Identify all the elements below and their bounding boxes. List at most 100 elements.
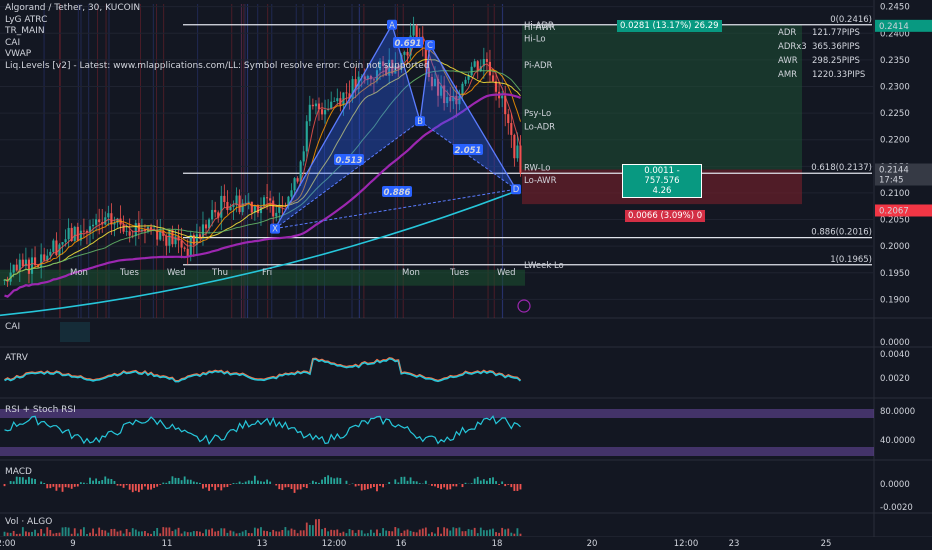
- pane-cai-label[interactable]: CAI: [5, 322, 20, 332]
- candle-body: [232, 205, 235, 207]
- macd-histogram-bar: [116, 484, 119, 486]
- macd-histogram-bar: [174, 477, 177, 484]
- macd-histogram-bar: [49, 484, 52, 489]
- indicator-lyg-atrc[interactable]: LyG ATRC: [5, 15, 430, 27]
- macd-histogram-bar: [293, 484, 296, 493]
- volume-bar: [278, 531, 281, 536]
- time-tick-label: 11: [162, 539, 173, 549]
- volume-bar: [311, 525, 314, 536]
- volume-bar: [275, 531, 278, 536]
- adr-table-name: AMR: [778, 70, 797, 80]
- volume-bar: [516, 528, 519, 536]
- volume-bar: [180, 533, 183, 536]
- symbol-title[interactable]: Algorand / Tether, 30, KUCOIN: [5, 3, 430, 15]
- macd-histogram-bar: [220, 484, 223, 491]
- macd-histogram-bar: [208, 484, 210, 491]
- day-label: Mon: [402, 268, 420, 278]
- macd-histogram-bar: [257, 480, 259, 484]
- volume-bar: [321, 529, 323, 536]
- price-tick-label: 0.2000: [880, 242, 910, 252]
- indicator-liq-levels[interactable]: Liq.Levels [v2] - Latest: www.mlapplicat…: [5, 61, 430, 73]
- macd-histogram-bar: [501, 481, 504, 484]
- volume-bar: [302, 530, 305, 536]
- candle-body: [473, 61, 476, 67]
- volume-bar: [6, 532, 9, 536]
- macd-histogram-bar: [159, 484, 162, 485]
- volume-bar: [86, 533, 88, 536]
- volume-bar: [446, 528, 449, 536]
- volume-bar: [379, 533, 381, 536]
- candle-body: [15, 264, 18, 271]
- volume-bar: [226, 532, 229, 536]
- macd-histogram-bar: [134, 484, 137, 491]
- volume-bar: [220, 528, 223, 536]
- volume-bar: [104, 530, 107, 536]
- volume-bar: [348, 529, 351, 536]
- volume-bar: [424, 527, 427, 536]
- macd-histogram-bar: [489, 478, 491, 484]
- volume-bar: [360, 530, 363, 536]
- macd-histogram-bar: [479, 480, 482, 484]
- candle-body: [82, 230, 85, 232]
- volume-bar: [79, 529, 82, 536]
- pane-macd-label[interactable]: MACD: [5, 467, 32, 477]
- macd-histogram-bar: [330, 477, 333, 484]
- macd-histogram-bar: [119, 484, 122, 486]
- volume-bar: [330, 529, 333, 536]
- indicator-tr-main[interactable]: TR_MAIN: [5, 26, 430, 38]
- volume-bar: [449, 530, 452, 536]
- volume-bar: [12, 530, 15, 536]
- candle-body: [76, 226, 79, 241]
- volume-bar: [385, 530, 388, 536]
- volume-bar: [153, 530, 156, 536]
- macd-histogram-bar: [440, 484, 443, 490]
- day-label: Mon: [70, 268, 88, 278]
- macd-histogram-bar: [373, 484, 375, 487]
- candle-body: [507, 114, 510, 124]
- macd-histogram-bar: [431, 484, 433, 486]
- indicator-vwap[interactable]: VWAP: [5, 49, 430, 61]
- pane-vol-label[interactable]: Vol · ALGO: [5, 517, 52, 527]
- volume-bar: [485, 530, 488, 536]
- macd-histogram-bar: [269, 481, 272, 484]
- macd-histogram-bar: [299, 484, 302, 490]
- macd-histogram-bar: [34, 479, 36, 484]
- volume-bar: [339, 532, 342, 536]
- macd-histogram-bar: [305, 484, 308, 489]
- macd-histogram-bar: [424, 480, 427, 484]
- indicator-cai[interactable]: CAI: [5, 38, 430, 50]
- macd-histogram-bar: [92, 480, 94, 484]
- volume-bar: [366, 533, 369, 536]
- volume-bar: [427, 533, 430, 536]
- volume-bar: [351, 530, 354, 536]
- macd-histogram-bar: [315, 481, 317, 484]
- level-label: Psy-Lo: [524, 109, 551, 119]
- volume-bar: [119, 530, 122, 536]
- time-tick-label: 18: [492, 539, 503, 549]
- macd-histogram-bar: [40, 481, 43, 484]
- adr-table-name: AWR: [778, 56, 798, 66]
- pane-atrv-label[interactable]: ATRV: [5, 353, 28, 363]
- chart-canvas[interactable]: 0.24500.24000.23500.23000.22500.22000.21…: [0, 0, 932, 550]
- volume-bar: [269, 532, 272, 536]
- volume-bar: [202, 533, 204, 536]
- volume-bar: [305, 522, 308, 536]
- candle-body: [308, 104, 311, 122]
- macd-histogram-bar: [492, 477, 494, 484]
- candle-body: [470, 66, 473, 76]
- price-tick-label: 0.2350: [880, 56, 910, 66]
- volume-bar: [208, 529, 210, 536]
- macd-histogram-bar: [131, 484, 134, 493]
- macd-histogram-bar: [278, 484, 281, 490]
- volume-bar: [232, 531, 235, 536]
- volume-bar: [421, 528, 424, 536]
- macd-histogram-bar: [144, 484, 146, 487]
- candle-body: [12, 264, 15, 273]
- macd-histogram-bar: [400, 476, 403, 484]
- day-label: Wed: [497, 268, 516, 278]
- macd-histogram-bar: [476, 476, 479, 484]
- volume-bar: [82, 527, 85, 536]
- pane-rsi-label[interactable]: RSI + Stoch RSI: [5, 405, 76, 415]
- macd-histogram-bar: [311, 480, 314, 484]
- candle-body: [513, 134, 516, 159]
